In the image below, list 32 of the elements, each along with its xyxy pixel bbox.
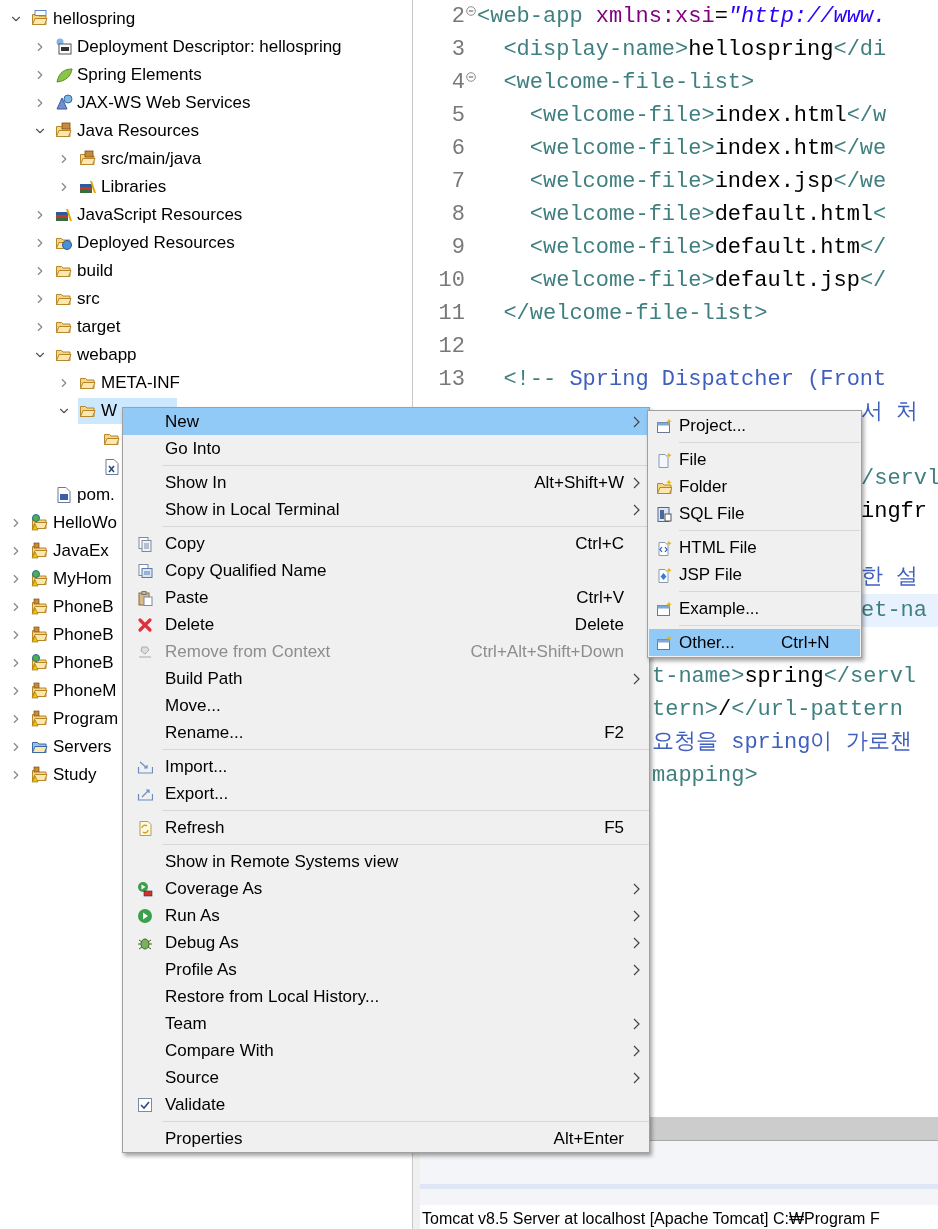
- line-number: 5: [450, 102, 465, 130]
- code-text: et-na: [861, 597, 927, 625]
- code-text: <welcome-file>default.html<: [528, 201, 887, 229]
- line-number: 6: [450, 135, 465, 163]
- line-number: 4: [450, 69, 465, 97]
- code-text: </welcome-file-list>: [502, 300, 768, 328]
- code-text: <welcome-file>default.jsp</: [528, 267, 887, 295]
- code-text: ingfr: [861, 498, 927, 526]
- code-text: 서 처: [861, 399, 919, 427]
- line-number: 13: [437, 366, 465, 394]
- code-text: 요청을 spring이 가로챈: [652, 729, 912, 757]
- code-text: t-name>spring</servl: [652, 663, 917, 691]
- line-number: 3: [450, 36, 465, 64]
- line-number: 7: [450, 168, 465, 196]
- code-text: mapping>: [652, 762, 758, 790]
- code-text: <display-name>hellospring</di: [502, 36, 887, 64]
- code-text: tern>/</url-pattern: [652, 696, 903, 724]
- line-number: 11: [437, 300, 465, 328]
- code-text: <!-- Spring Dispatcher (Front: [502, 366, 887, 394]
- code-text: <welcome-file-list>: [502, 69, 755, 97]
- code-text: <welcome-file>index.jsp</we: [528, 168, 887, 196]
- code-text: <welcome-file>default.htm</: [528, 234, 887, 262]
- code-text: 한 설: [861, 564, 919, 592]
- code-text: <web-app xmlns:xsi="http://www.: [477, 3, 887, 31]
- line-number: 9: [450, 234, 465, 262]
- line-number: 10: [437, 267, 465, 295]
- code-text: <welcome-file>index.htm</we: [528, 135, 887, 163]
- line-number: 2: [450, 3, 465, 31]
- line-number: 8: [450, 201, 465, 229]
- line-number: 12: [437, 333, 465, 361]
- code-text: <welcome-file>index.html</w: [528, 102, 887, 130]
- console-text: Tomcat v8.5 Server at localhost [Apache Tomcat] C:₩Program F: [422, 1209, 880, 1229]
